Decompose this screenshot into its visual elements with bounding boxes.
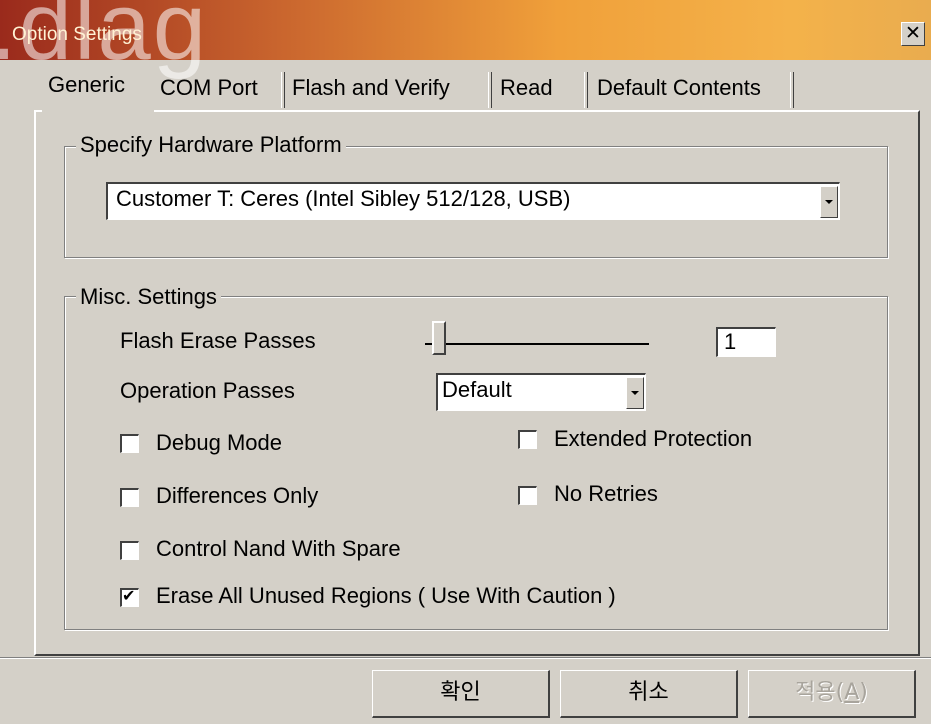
- no-retries-label[interactable]: No Retries: [554, 481, 658, 507]
- title-bar[interactable]: .dlag Option Settings ✕: [0, 0, 931, 80]
- control-nand-with-spare-checkbox[interactable]: [120, 541, 139, 560]
- tab-com-port[interactable]: COM Port: [160, 66, 258, 110]
- tab-com-port-label: COM Port: [160, 75, 258, 100]
- tab-read-label: Read: [500, 75, 553, 100]
- flash-erase-passes-label: Flash Erase Passes: [120, 328, 316, 353]
- differences-only-checkbox[interactable]: [120, 488, 139, 507]
- no-retries-checkbox[interactable]: [518, 486, 537, 505]
- apply-button[interactable]: 적용(A): [748, 670, 916, 718]
- tab-default-contents-label: Default Contents: [597, 75, 761, 100]
- tab-default-contents[interactable]: Default Contents: [597, 66, 761, 110]
- dialog-divider: [0, 657, 931, 659]
- tab-divider: [584, 72, 588, 108]
- tab-divider: [790, 72, 794, 108]
- operation-passes-select[interactable]: Default: [436, 373, 646, 411]
- operation-passes-dropdown-button[interactable]: [626, 377, 644, 409]
- chevron-down-icon: [825, 200, 833, 204]
- hardware-platform-legend: Specify Hardware Platform: [76, 132, 346, 158]
- close-button[interactable]: ✕: [901, 22, 925, 46]
- check-icon: ✔: [122, 586, 136, 605]
- flash-erase-passes-input[interactable]: 1: [716, 327, 776, 357]
- tab-flash-and-verify[interactable]: Flash and Verify: [292, 66, 450, 110]
- tab-generic-label: Generic: [48, 72, 126, 97]
- hardware-platform-value: Customer T: Ceres (Intel Sibley 512/128,…: [116, 186, 571, 211]
- ok-button[interactable]: 확인: [372, 670, 550, 718]
- extended-protection-checkbox[interactable]: [518, 430, 537, 449]
- debug-mode-checkbox[interactable]: [120, 434, 139, 453]
- control-nand-with-spare-label[interactable]: Control Nand With Spare: [156, 536, 401, 562]
- erase-all-unused-regions-checkbox[interactable]: ✔: [120, 586, 139, 607]
- hardware-platform-dropdown-button[interactable]: [820, 186, 838, 218]
- flash-erase-passes-slider-track[interactable]: [425, 343, 649, 345]
- window-title: Option Settings: [12, 24, 142, 45]
- tab-generic[interactable]: Generic: [42, 63, 154, 113]
- chevron-down-icon: [631, 391, 639, 395]
- misc-settings-legend: Misc. Settings: [76, 284, 221, 310]
- operation-passes-label: Operation Passes: [120, 378, 295, 403]
- close-icon: ✕: [905, 22, 921, 44]
- extended-protection-label[interactable]: Extended Protection: [554, 426, 752, 452]
- hardware-platform-select[interactable]: Customer T: Ceres (Intel Sibley 512/128,…: [106, 182, 840, 220]
- flash-erase-passes-slider-thumb[interactable]: [432, 321, 446, 355]
- tab-flash-and-verify-label: Flash and Verify: [292, 75, 450, 100]
- tab-divider: [281, 72, 285, 108]
- operation-passes-value: Default: [442, 377, 512, 402]
- cancel-button[interactable]: 취소: [560, 670, 738, 718]
- debug-mode-label[interactable]: Debug Mode: [156, 430, 282, 456]
- tab-divider: [488, 72, 492, 108]
- tab-read[interactable]: Read: [500, 66, 553, 110]
- erase-all-unused-regions-label[interactable]: Erase All Unused Regions ( Use With Caut…: [156, 583, 616, 609]
- differences-only-label[interactable]: Differences Only: [156, 483, 318, 509]
